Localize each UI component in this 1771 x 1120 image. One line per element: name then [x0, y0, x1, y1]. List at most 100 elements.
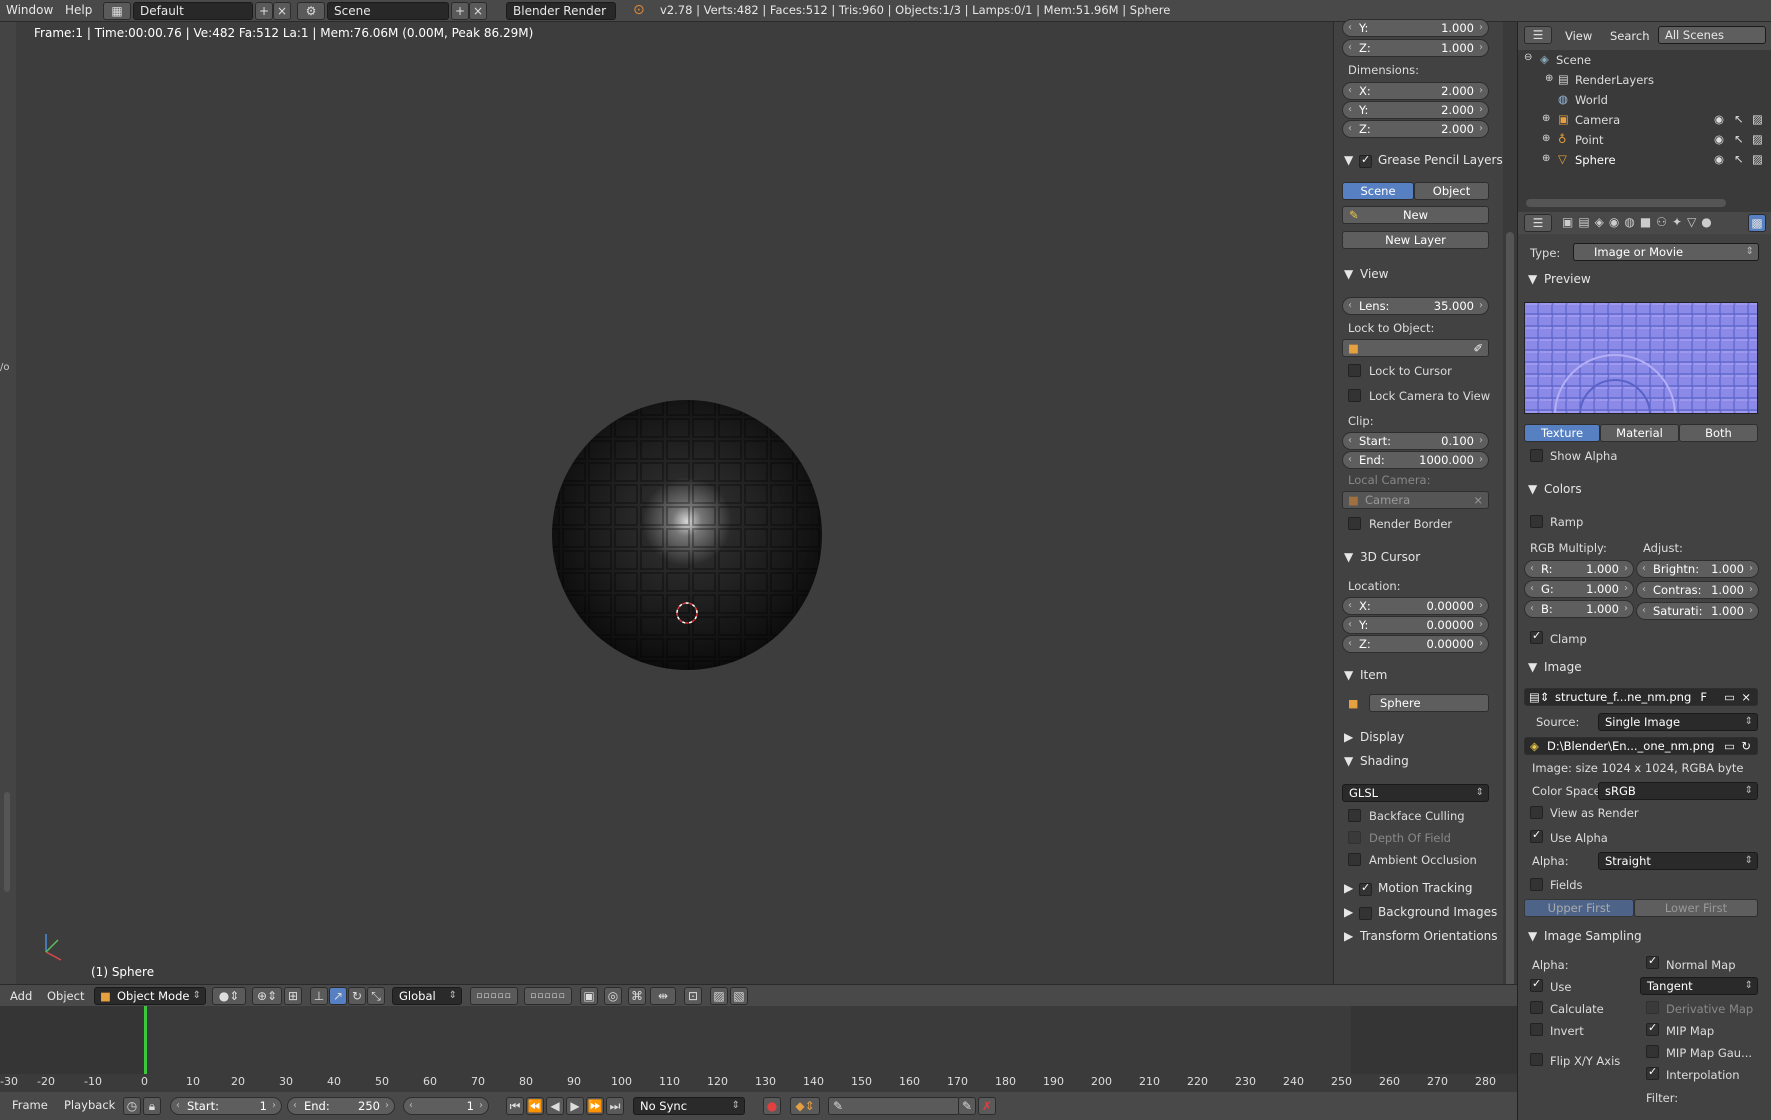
- outliner-item-point[interactable]: Point: [1575, 133, 1604, 147]
- bg-images-arrow-icon[interactable]: ▶: [1344, 905, 1353, 919]
- image-arrow-icon[interactable]: ▼: [1528, 660, 1537, 674]
- view-panel-header[interactable]: View: [1360, 267, 1388, 281]
- preview-material-tab[interactable]: Material: [1600, 424, 1679, 442]
- b-field[interactable]: B:1.000: [1524, 600, 1634, 618]
- play-icon[interactable]: ▶: [566, 1097, 584, 1115]
- saturation-field[interactable]: Saturati:1.000: [1636, 602, 1759, 620]
- layers-grid-2-icon[interactable]: ▫▫▫▫▫: [524, 987, 572, 1005]
- view-as-render-checkbox[interactable]: [1530, 806, 1543, 819]
- end-frame-field[interactable]: End:250: [287, 1097, 395, 1115]
- render-border-checkbox[interactable]: [1348, 517, 1361, 530]
- point-visibility-eye-icon[interactable]: ◉: [1714, 132, 1724, 146]
- lock-camera-checkbox[interactable]: [1348, 389, 1361, 402]
- pivot-point-icon[interactable]: ⊕⇕: [252, 987, 282, 1005]
- lock-icon[interactable]: 🔒︎: [143, 1097, 161, 1115]
- show-alpha-checkbox[interactable]: [1530, 449, 1543, 462]
- preview-both-tab[interactable]: Both: [1679, 424, 1758, 442]
- tool-shelf-strip[interactable]: /o: [0, 22, 16, 984]
- lower-first-toggle[interactable]: Lower First: [1634, 899, 1758, 917]
- add-scene-icon[interactable]: +: [451, 2, 469, 20]
- mode-select[interactable]: ■ Object Mode: [94, 987, 206, 1005]
- display-panel-arrow-icon[interactable]: ▶: [1344, 730, 1353, 744]
- upper-first-toggle[interactable]: Upper First: [1524, 899, 1634, 917]
- item-panel-arrow-icon[interactable]: ▼: [1344, 668, 1353, 682]
- timeline-area[interactable]: [0, 1006, 1517, 1074]
- playhead[interactable]: [144, 1006, 147, 1074]
- layout-selector[interactable]: Default: [133, 2, 253, 20]
- outliner-editor-icon[interactable]: ☰: [1524, 26, 1552, 44]
- interpolation-checkbox[interactable]: [1646, 1065, 1659, 1080]
- object-menu[interactable]: Object: [47, 989, 84, 1003]
- add-menu[interactable]: Add: [10, 989, 32, 1003]
- cursor-z-field[interactable]: Z:0.00000: [1342, 635, 1489, 653]
- render-opengl-icon[interactable]: ▨: [710, 987, 728, 1005]
- remove-layout-icon[interactable]: ×: [273, 2, 291, 20]
- camera-expand-icon[interactable]: ⊕: [1542, 113, 1550, 124]
- fake-user-toggle[interactable]: F: [1700, 689, 1707, 705]
- normal-space-select[interactable]: Tangent: [1640, 977, 1758, 995]
- cursor-panel-header[interactable]: 3D Cursor: [1360, 550, 1420, 564]
- image-unlink-icon[interactable]: ×: [1741, 689, 1751, 705]
- use-alpha-checkbox[interactable]: [1530, 828, 1543, 843]
- sphere-select-arrow-icon[interactable]: ↖: [1734, 152, 1744, 166]
- insert-keyframe-icon[interactable]: ✎: [958, 1097, 976, 1115]
- tool-shelf-tab[interactable]: /o: [0, 362, 10, 373]
- preview-header[interactable]: Preview: [1544, 272, 1591, 286]
- normal-map-checkbox[interactable]: [1646, 954, 1659, 969]
- snap-target-icon[interactable]: ⊡: [684, 987, 702, 1005]
- motion-tracking-checkbox[interactable]: [1359, 881, 1372, 896]
- image-browse-icon[interactable]: ▤⇕: [1529, 689, 1550, 705]
- contrast-field[interactable]: Contras:1.000: [1636, 581, 1759, 599]
- gp-new-button[interactable]: ✎ New: [1342, 206, 1489, 224]
- mip-map-gauss-checkbox[interactable]: [1646, 1045, 1659, 1058]
- camera-select-arrow-icon[interactable]: ↖: [1734, 112, 1744, 126]
- timeline-view-icon[interactable]: ◷: [123, 1097, 141, 1115]
- scale-icon[interactable]: ⤡: [367, 987, 385, 1005]
- lens-field[interactable]: Lens:35.000: [1342, 297, 1489, 315]
- dim-z-field[interactable]: Z:2.000: [1342, 120, 1489, 138]
- flip-xy-checkbox[interactable]: [1530, 1053, 1543, 1066]
- translate-icon[interactable]: ↗: [329, 987, 347, 1005]
- frame-menu[interactable]: Frame: [12, 1098, 48, 1112]
- motion-tracking-arrow-icon[interactable]: ▶: [1344, 881, 1353, 895]
- cursor-y-field[interactable]: Y:0.00000: [1342, 616, 1489, 634]
- sphere-render-icon[interactable]: ▨: [1752, 152, 1763, 166]
- dof-checkbox[interactable]: [1348, 831, 1361, 844]
- file-browse-icon[interactable]: ▭: [1724, 738, 1735, 754]
- renderlayers-expand-icon[interactable]: ⊕: [1545, 73, 1553, 84]
- outliner-item-camera[interactable]: Camera: [1575, 113, 1620, 127]
- record-icon[interactable]: ●: [763, 1097, 781, 1115]
- gp-new-layer-button[interactable]: New Layer: [1342, 231, 1489, 249]
- derivative-map-checkbox[interactable]: [1646, 1001, 1659, 1014]
- bg-images-checkbox[interactable]: [1359, 907, 1372, 920]
- point-expand-icon[interactable]: ⊕: [1542, 133, 1550, 144]
- add-layout-icon[interactable]: +: [255, 2, 273, 20]
- properties-editor-icon[interactable]: ☰: [1524, 214, 1552, 232]
- image-path-field[interactable]: ◈ D:\Blender\En..._one_nm.png ▭ ↻: [1524, 737, 1758, 755]
- sphere-visibility-eye-icon[interactable]: ◉: [1714, 152, 1724, 166]
- jump-keyframe-back-icon[interactable]: ⏪: [526, 1097, 544, 1115]
- screen-layout-icon[interactable]: ▦: [103, 2, 131, 20]
- outliner-item-renderlayers[interactable]: RenderLayers: [1575, 73, 1654, 87]
- snap-element-icon[interactable]: ⇹: [650, 987, 676, 1005]
- backface-culling-checkbox[interactable]: [1348, 809, 1361, 822]
- scale-z-field[interactable]: Z:1.000: [1342, 39, 1489, 57]
- item-panel-header[interactable]: Item: [1360, 668, 1387, 682]
- source-select[interactable]: Single Image: [1598, 713, 1758, 731]
- sphere-expand-icon[interactable]: ⊕: [1542, 153, 1550, 164]
- cursor-panel-arrow-icon[interactable]: ▼: [1344, 550, 1353, 564]
- start-frame-field[interactable]: Start:1: [170, 1097, 282, 1115]
- ramp-checkbox[interactable]: [1530, 515, 1543, 528]
- outliner-view-menu[interactable]: View: [1565, 29, 1592, 43]
- render-animation-icon[interactable]: ▧: [730, 987, 748, 1005]
- camera-render-icon[interactable]: ▨: [1752, 112, 1763, 126]
- preview-texture-tab[interactable]: Texture: [1524, 424, 1600, 442]
- clip-start-field[interactable]: Start:0.100: [1342, 432, 1489, 450]
- menu-window[interactable]: Window: [6, 3, 53, 17]
- jump-keyframe-forward-icon[interactable]: ⏩: [586, 1097, 604, 1115]
- dim-y-field[interactable]: Y:2.000: [1342, 101, 1489, 119]
- texture-tab-icon[interactable]: ▩: [1748, 214, 1766, 232]
- lock-to-cursor-checkbox[interactable]: [1348, 364, 1361, 377]
- outliner-item-scene[interactable]: Scene: [1556, 53, 1591, 67]
- clamp-checkbox[interactable]: [1530, 629, 1543, 644]
